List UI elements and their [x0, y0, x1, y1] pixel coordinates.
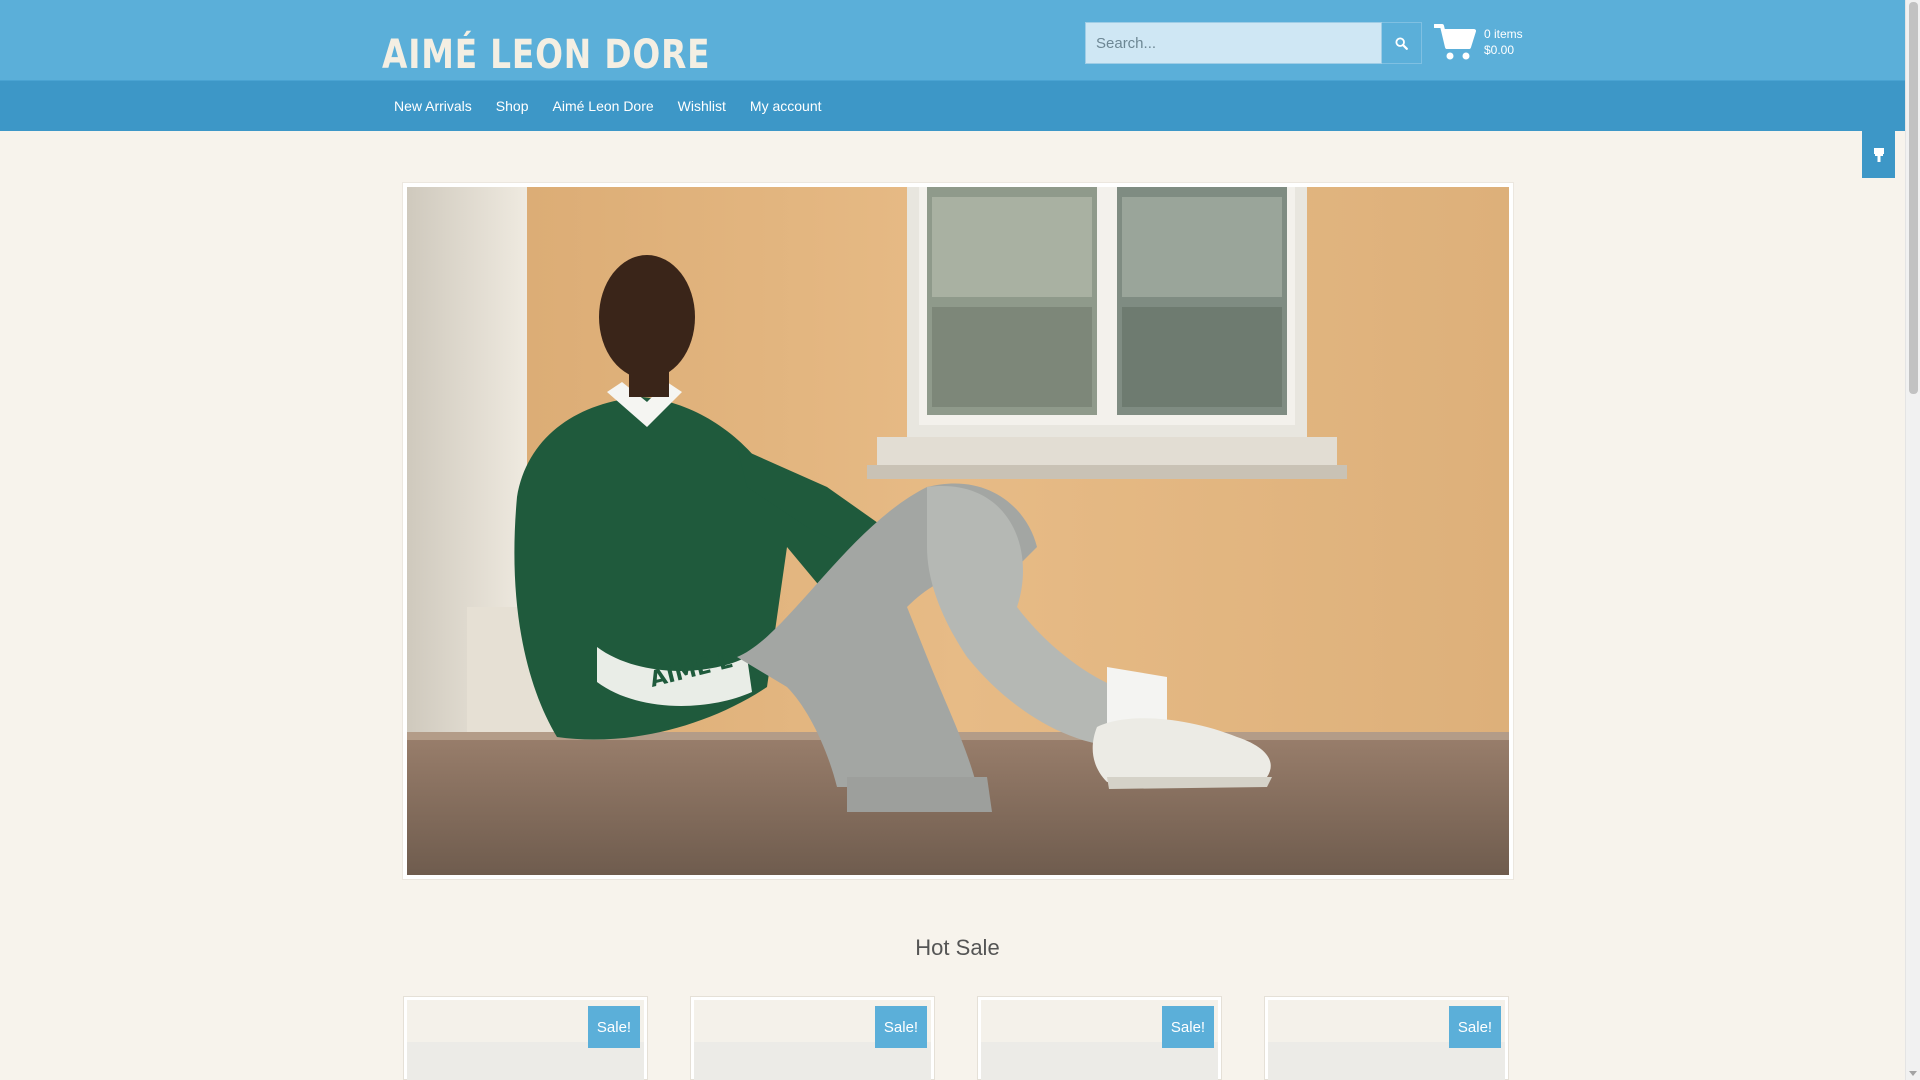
cart-item-count: 0 items — [1484, 27, 1523, 41]
sale-badge: Sale! — [1162, 1006, 1214, 1048]
cart-total: $0.00 — [1484, 43, 1515, 57]
product-image: Sale! — [694, 1000, 931, 1080]
search-button[interactable] — [1382, 22, 1422, 64]
page-scrollbar[interactable] — [1905, 0, 1920, 1080]
site-logo[interactable]: AIMÉ LEON DORE — [382, 32, 782, 78]
nav-item-shop[interactable]: Shop — [484, 81, 541, 132]
nav-item-new-arrivals[interactable]: New Arrivals — [382, 81, 484, 132]
logo-text: AIMÉ LEON DORE — [382, 32, 711, 78]
nav-item-my-account[interactable]: My account — [738, 81, 834, 132]
product-image: Sale! — [407, 1000, 644, 1080]
product-card[interactable]: Sale! — [690, 996, 935, 1080]
cart-icon — [1434, 24, 1476, 60]
product-card[interactable]: Sale! — [977, 996, 1222, 1080]
nav-item-wishlist[interactable]: Wishlist — [666, 81, 738, 132]
nav-menu: New Arrivals Shop Aimé Leon Dore Wishlis… — [382, 81, 834, 132]
product-card[interactable]: Sale! — [403, 996, 648, 1080]
cart-summary: 0 items $0.00 — [1484, 26, 1523, 58]
style-switcher-tab[interactable] — [1862, 131, 1895, 178]
product-image: Sale! — [1268, 1000, 1505, 1080]
search-input[interactable] — [1085, 22, 1382, 64]
product-image: Sale! — [981, 1000, 1218, 1080]
sale-badge: Sale! — [875, 1006, 927, 1048]
sale-badge: Sale! — [1449, 1006, 1501, 1048]
paintbrush-icon — [1873, 147, 1884, 162]
scroll-down-arrow-icon[interactable] — [1909, 1071, 1917, 1076]
section-title: Hot Sale — [915, 935, 1000, 960]
main-navigation: New Arrivals Shop Aimé Leon Dore Wishlis… — [0, 80, 1905, 131]
product-grid: Sale! Sale! Sale! Sale! — [403, 996, 1511, 1080]
search-icon — [1395, 36, 1408, 50]
scrollbar-thumb[interactable] — [1909, 2, 1918, 394]
hero-image: AIMÉ L — [407, 187, 1509, 875]
product-card[interactable]: Sale! — [1264, 996, 1509, 1080]
header-top-bar: AIMÉ LEON DORE 0 items $0.00 — [0, 0, 1905, 80]
cart-widget[interactable]: 0 items $0.00 — [1434, 20, 1523, 64]
hero-banner[interactable]: AIMÉ L — [403, 183, 1513, 879]
search-form — [1085, 22, 1422, 64]
nav-item-aime-leon-dore[interactable]: Aimé Leon Dore — [541, 81, 666, 132]
sale-badge: Sale! — [588, 1006, 640, 1048]
